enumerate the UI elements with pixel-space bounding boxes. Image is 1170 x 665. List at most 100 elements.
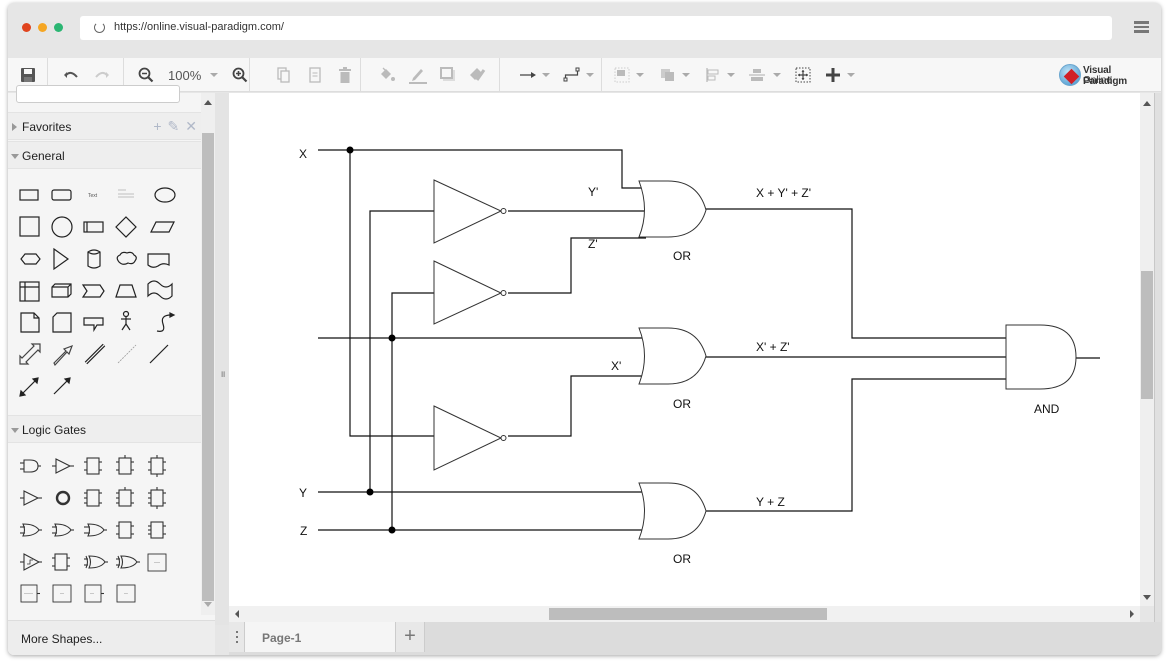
wire-y-to-not-y[interactable] xyxy=(369,210,434,492)
minimize-window-button[interactable] xyxy=(38,23,47,32)
zoom-dropdown-icon[interactable] xyxy=(210,73,218,77)
shape-inverter-bubble[interactable] xyxy=(55,490,71,506)
wire-or1-out[interactable] xyxy=(706,208,1006,339)
group-icon[interactable] xyxy=(658,65,678,85)
menu-icon[interactable] xyxy=(1134,21,1149,33)
add-page-button[interactable]: + xyxy=(395,622,425,652)
shape-or-gate[interactable] xyxy=(20,523,42,537)
vertical-scroll-thumb[interactable] xyxy=(1141,271,1153,399)
connector-style-dropdown-icon[interactable] xyxy=(542,73,550,77)
diagram-canvas[interactable]: X Y Z Y' Z' X' X + Y' + Z' X' + Z' Y + Z… xyxy=(229,93,1161,606)
drag-handle-icon[interactable]: ॥ xyxy=(220,367,225,380)
sidebar-scroll-thumb[interactable] xyxy=(202,133,214,601)
shape-jk-flip-flop-2[interactable] xyxy=(116,487,134,507)
line-color-icon[interactable] xyxy=(408,65,428,85)
arrange-dropdown-icon[interactable] xyxy=(636,73,644,77)
url-text[interactable]: https://online.visual-paradigm.com/ xyxy=(114,21,284,33)
waypoint-dropdown-icon[interactable] xyxy=(586,73,594,77)
redo-icon[interactable] xyxy=(92,65,112,85)
shape-circle[interactable] xyxy=(51,216,73,238)
sidebar-scrollbar[interactable] xyxy=(201,93,215,615)
zoom-in-icon[interactable] xyxy=(230,65,250,85)
shape-xor-gate-2[interactable] xyxy=(116,555,140,569)
delete-icon[interactable] xyxy=(335,65,355,85)
wire-z-vertical[interactable] xyxy=(391,292,434,530)
undo-icon[interactable] xyxy=(61,65,81,85)
shape-triangle[interactable] xyxy=(53,247,70,271)
wire-not-z-out[interactable] xyxy=(508,237,646,294)
edit-favorite-icon[interactable]: ✎ xyxy=(168,118,180,134)
add-icon[interactable] xyxy=(823,65,843,85)
shape-cloud[interactable] xyxy=(116,251,137,265)
shape-register[interactable] xyxy=(84,584,104,603)
shape-bidirectional-connector[interactable] xyxy=(19,377,39,397)
fill-color-icon[interactable] xyxy=(377,65,397,85)
waypoint-style-icon[interactable] xyxy=(562,65,582,85)
shape-trapezoid[interactable] xyxy=(115,284,137,298)
shape-counter[interactable] xyxy=(52,584,72,603)
shape-xnor-gate[interactable] xyxy=(84,555,108,569)
shape-internal-storage[interactable] xyxy=(19,281,40,302)
shape-ellipse[interactable] xyxy=(154,187,176,203)
page-menu-icon[interactable] xyxy=(229,622,245,652)
shape-heading[interactable] xyxy=(118,189,134,198)
scroll-left-icon[interactable] xyxy=(235,610,239,618)
shape-dashed-line[interactable] xyxy=(117,344,137,364)
shape-d-flip-flop-3[interactable] xyxy=(148,455,166,477)
add-dropdown-icon[interactable] xyxy=(847,73,855,77)
shape-text[interactable]: Text xyxy=(88,193,98,199)
shadow-icon[interactable] xyxy=(438,65,458,85)
shape-buffer[interactable] xyxy=(52,458,74,474)
shape-demux[interactable] xyxy=(20,584,40,603)
scroll-down-icon[interactable] xyxy=(1143,595,1151,600)
shape-not-gate[interactable] xyxy=(20,490,42,506)
shape-and-gate[interactable] xyxy=(20,459,41,473)
shape-link[interactable] xyxy=(84,343,106,365)
shape-sr-flip-flop-2[interactable] xyxy=(148,521,166,539)
not-gate-y[interactable] xyxy=(433,179,507,244)
or-gate-2[interactable] xyxy=(638,327,707,385)
zoom-level[interactable]: 100% xyxy=(168,68,201,83)
shape-d-flip-flop[interactable] xyxy=(84,457,102,475)
shape-directional-connector[interactable] xyxy=(53,377,71,395)
shape-line[interactable] xyxy=(149,344,169,364)
group-dropdown-icon[interactable] xyxy=(682,73,690,77)
shape-nor-gate[interactable] xyxy=(52,523,74,537)
shape-jk-flip-flop-3[interactable] xyxy=(148,487,166,509)
scroll-up-icon[interactable] xyxy=(1143,101,1151,106)
section-general[interactable]: General xyxy=(8,141,201,169)
not-gate-z[interactable] xyxy=(433,260,507,325)
save-icon[interactable] xyxy=(18,65,38,85)
wire-x-to-or1[interactable] xyxy=(318,149,646,189)
shape-actor[interactable] xyxy=(121,310,131,331)
shape-rounded-rectangle[interactable] xyxy=(51,189,72,201)
align-dropdown-icon[interactable] xyxy=(727,73,735,77)
arrange-icon[interactable] xyxy=(612,65,632,85)
shape-cylinder[interactable] xyxy=(87,249,101,269)
page-tab[interactable]: Page-1 xyxy=(245,622,395,652)
shape-document[interactable] xyxy=(147,253,170,268)
shape-mux[interactable] xyxy=(147,553,167,572)
shape-rectangle[interactable] xyxy=(19,189,39,201)
or-gate-1[interactable] xyxy=(638,180,707,238)
shape-curve[interactable] xyxy=(156,312,176,332)
shape-diamond[interactable] xyxy=(115,216,137,238)
zoom-out-icon[interactable] xyxy=(136,65,156,85)
close-window-button[interactable] xyxy=(22,23,31,32)
address-bar[interactable]: https://online.visual-paradigm.com/ xyxy=(80,16,1112,40)
shape-note[interactable] xyxy=(20,312,40,333)
and-gate[interactable] xyxy=(1005,324,1077,390)
format-painter-icon[interactable] xyxy=(467,65,487,85)
paste-icon[interactable] xyxy=(305,65,325,85)
canvas-horizontal-scrollbar[interactable] xyxy=(229,606,1140,622)
shape-step[interactable] xyxy=(81,284,105,298)
horizontal-scroll-thumb[interactable] xyxy=(549,608,827,620)
distribute-icon[interactable] xyxy=(747,65,767,85)
sidebar-splitter[interactable]: ॥ xyxy=(215,93,229,625)
or-gate-3[interactable] xyxy=(638,482,707,540)
more-shapes-button[interactable]: More Shapes... xyxy=(8,620,215,655)
distribute-dropdown-icon[interactable] xyxy=(773,73,781,77)
visual-paradigm-logo[interactable]: Visual Paradigm Online xyxy=(1059,64,1155,88)
shape-schmitt-trigger[interactable] xyxy=(20,553,42,571)
shape-parallelogram[interactable] xyxy=(150,221,175,233)
